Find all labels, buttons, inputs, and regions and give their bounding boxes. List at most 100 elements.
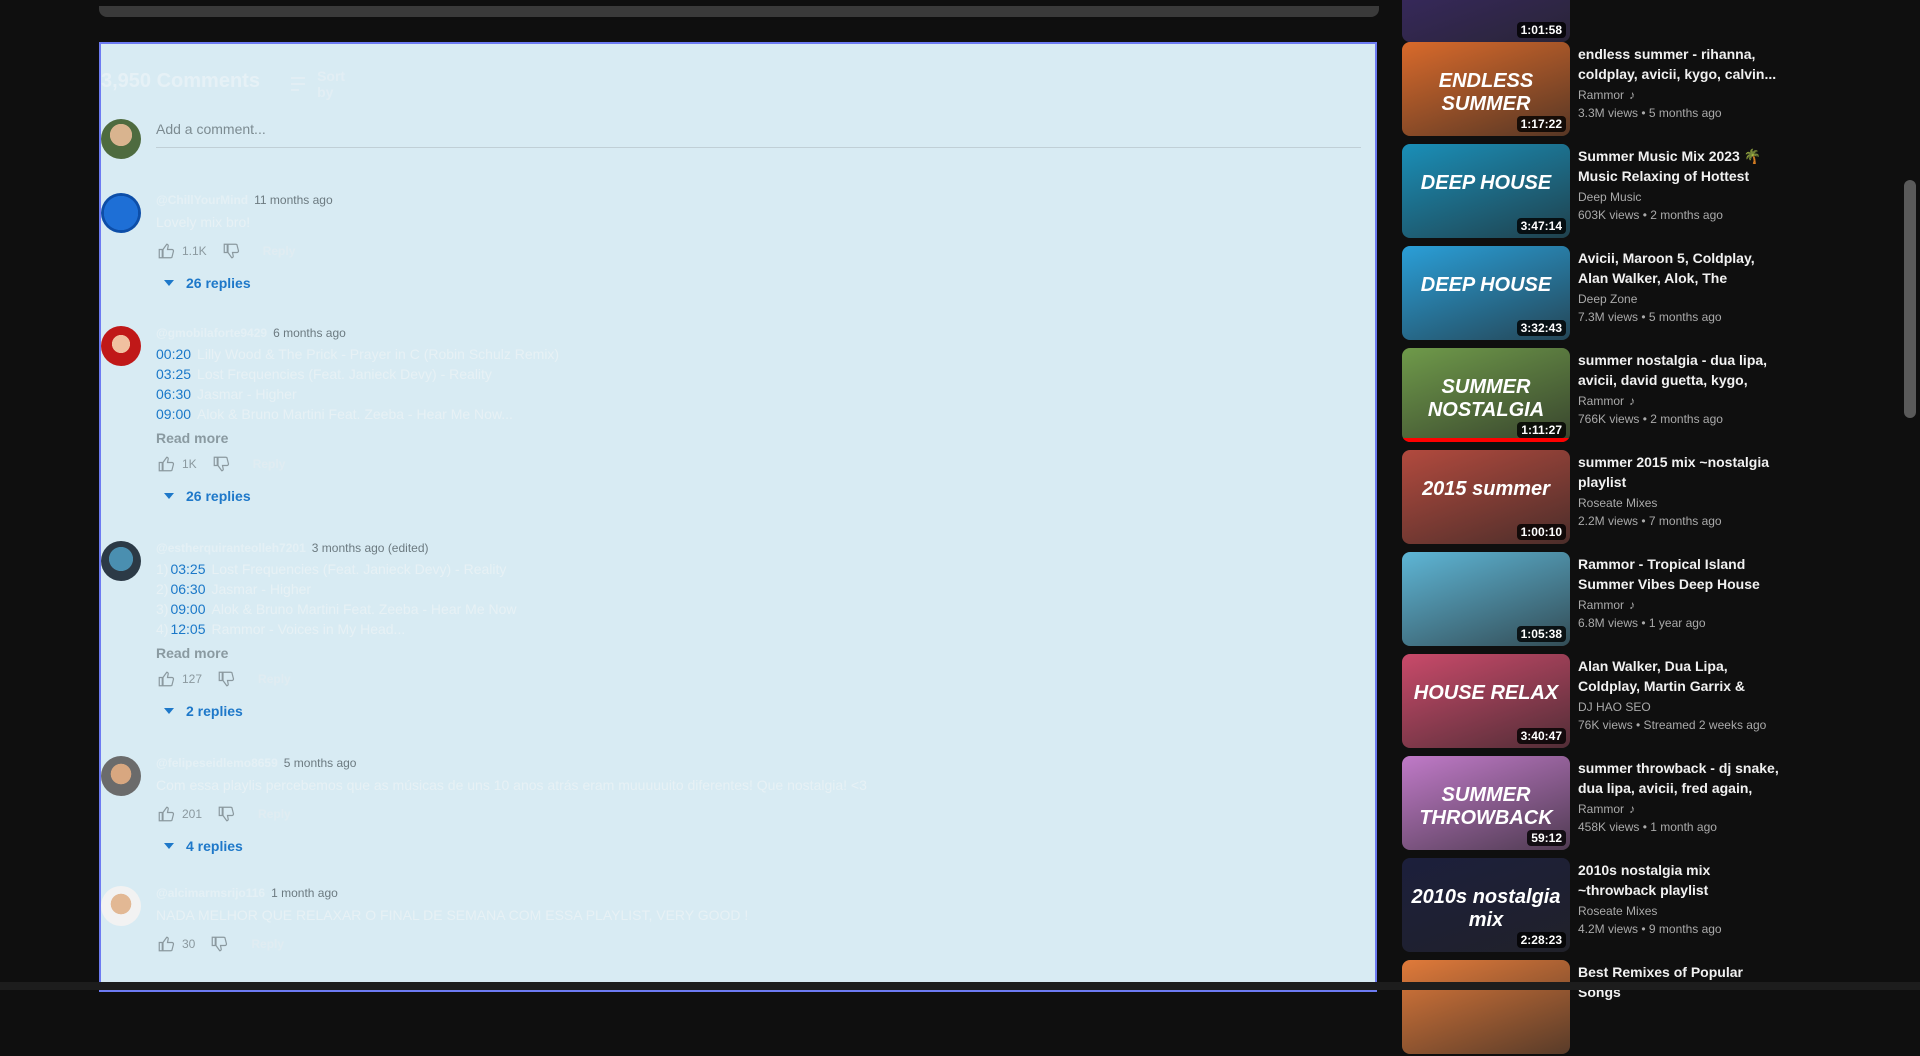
dislike-icon[interactable]	[209, 934, 229, 954]
video-title[interactable]: Avicii, Maroon 5, Coldplay, Alan Walker,…	[1578, 248, 1784, 288]
comment-meta: @ChillYourMind 11 months ago	[156, 193, 333, 207]
timestamp-link[interactable]: 09:00	[170, 601, 205, 617]
channel-name[interactable]: Deep Music	[1578, 190, 1641, 204]
video-title[interactable]: 2010s nostalgia mix ~throwback playlist	[1578, 860, 1784, 900]
related-video-item[interactable]: SUMMER THROWBACK 59:12 summer throwback - …	[1402, 756, 1782, 852]
caret-down-icon	[164, 843, 174, 849]
video-thumbnail[interactable]: 2015 summer 1:00:10	[1402, 450, 1570, 544]
video-thumbnail[interactable]: DEEP HOUSE 3:47:14	[1402, 144, 1570, 238]
timestamp-link[interactable]: 12:05	[170, 621, 205, 637]
channel-name[interactable]: Rammor ♪	[1578, 802, 1635, 816]
view-replies-button[interactable]: 4 replies	[164, 838, 243, 854]
comment-time[interactable]: 5 months ago	[284, 756, 357, 770]
like-icon[interactable]	[156, 669, 176, 689]
reply-button[interactable]: Reply	[258, 672, 291, 686]
commenter-avatar[interactable]	[101, 756, 141, 796]
video-title[interactable]: endless summer - rihanna, coldplay, avic…	[1578, 44, 1784, 84]
like-icon[interactable]	[156, 454, 176, 474]
video-stats: 4.2M views • 9 months ago	[1578, 922, 1722, 936]
video-thumbnail[interactable]: SUMMER THROWBACK 59:12	[1402, 756, 1570, 850]
channel-name[interactable]: Roseate Mixes	[1578, 496, 1657, 510]
comment-time[interactable]: 11 months ago	[254, 193, 333, 207]
video-thumbnail[interactable]: 2010s nostalgia mix 2:28:23	[1402, 858, 1570, 952]
reply-button[interactable]: Reply	[258, 807, 291, 821]
comment-meta: @estherquiranteolleh7201 3 months ago (ed…	[156, 541, 429, 555]
watch-progress-bar	[1402, 438, 1570, 442]
track-title: Lilly Wood & The Prick - Prayer in C (Ro…	[197, 346, 560, 362]
comment-author[interactable]: @estherquiranteolleh7201	[156, 541, 306, 555]
sort-by-button[interactable]: Sort by	[291, 68, 351, 100]
related-video-item[interactable]: 2010s nostalgia mix 2:28:23 2010s nostalgi…	[1402, 858, 1782, 954]
video-title[interactable]: Summer Music Mix 2023 🌴 Music Relaxing o…	[1578, 146, 1784, 186]
dislike-icon[interactable]	[216, 804, 236, 824]
dislike-icon[interactable]	[211, 454, 231, 474]
view-replies-button[interactable]: 26 replies	[164, 275, 251, 291]
video-duration: 3:47:14	[1516, 218, 1566, 234]
like-icon[interactable]	[156, 804, 176, 824]
add-comment-input[interactable]: Add a comment...	[156, 121, 1361, 148]
video-thumbnail[interactable]: SUMMER NOSTALGIA 1:11:27	[1402, 348, 1570, 442]
view-replies-button[interactable]: 26 replies	[164, 488, 251, 504]
video-title[interactable]: summer 2015 mix ~nostalgia playlist	[1578, 452, 1784, 492]
video-title[interactable]: summer nostalgia - dua lipa, avicii, dav…	[1578, 350, 1784, 390]
timestamp-link[interactable]: 06:30	[170, 581, 205, 597]
related-video-item[interactable]: DEEP HOUSE 3:47:14 Summer Music Mix 2023 🌴…	[1402, 144, 1782, 240]
commenter-avatar[interactable]	[101, 193, 141, 233]
comment-author[interactable]: @gmobilaforte9429	[156, 326, 267, 340]
commenter-avatar[interactable]	[101, 541, 141, 581]
timestamp-link[interactable]: 00:20	[156, 346, 191, 362]
video-thumbnail[interactable]: DEEP HOUSE 3:32:43	[1402, 246, 1570, 340]
read-more-button[interactable]: Read more	[156, 645, 228, 661]
timestamp-link[interactable]: 09:00	[156, 406, 191, 422]
dislike-icon[interactable]	[221, 241, 241, 261]
like-icon[interactable]	[156, 934, 176, 954]
video-title[interactable]: Rammor - Tropical Island Summer Vibes De…	[1578, 554, 1784, 594]
video-title[interactable]: summer throwback - dj snake, dua lipa, a…	[1578, 758, 1784, 798]
related-video-item[interactable]: DEEP HOUSE 3:32:43 Avicii, Maroon 5, Coldp…	[1402, 246, 1782, 342]
track-title: Jasmar - Higher	[211, 581, 312, 597]
timestamp-link[interactable]: 03:25	[156, 366, 191, 382]
video-thumbnail[interactable]	[1402, 960, 1570, 1054]
like-count: 30	[182, 937, 196, 951]
channel-name[interactable]: Roseate Mixes	[1578, 904, 1657, 918]
comment-author[interactable]: @ChillYourMind	[156, 193, 248, 207]
reply-button[interactable]: Reply	[253, 457, 286, 471]
related-video-item[interactable]: 2015 summer 1:00:10 summer 2015 mix ~nosta…	[1402, 450, 1782, 546]
video-thumbnail[interactable]: 1:01:58	[1402, 0, 1570, 42]
comment-author[interactable]: @felipeseidlemo8659	[156, 756, 278, 770]
related-video-item[interactable]: 1:05:38 Rammor - Tropical Island Summer V…	[1402, 552, 1782, 648]
like-icon[interactable]	[156, 241, 176, 261]
channel-label: DJ HAO SEO	[1578, 700, 1651, 714]
channel-name[interactable]: Rammor ♪	[1578, 394, 1635, 408]
comment-author[interactable]: @alcimarmsrijo116	[156, 886, 265, 900]
channel-name[interactable]: Deep Zone	[1578, 292, 1637, 306]
related-video-item[interactable]: SUMMER NOSTALGIA 1:11:27 summer nostalgia …	[1402, 348, 1782, 444]
comment-actions: 1.1K Reply	[156, 241, 295, 261]
comment-time[interactable]: 1 month ago	[271, 886, 338, 900]
dislike-icon[interactable]	[216, 669, 236, 689]
timestamp-link[interactable]: 06:30	[156, 386, 191, 402]
video-thumbnail[interactable]: ENDLESS SUMMER 1:17:22	[1402, 42, 1570, 136]
channel-name[interactable]: Rammor ♪	[1578, 88, 1635, 102]
user-avatar[interactable]	[101, 119, 141, 159]
commenter-avatar[interactable]	[101, 326, 141, 366]
channel-name[interactable]: Rammor ♪	[1578, 598, 1635, 612]
comment-time[interactable]: 6 months ago	[273, 326, 346, 340]
channel-name[interactable]: DJ HAO SEO	[1578, 700, 1651, 714]
video-thumbnail[interactable]: 1:05:38	[1402, 552, 1570, 646]
reply-button[interactable]: Reply	[263, 244, 296, 258]
commenter-avatar[interactable]	[101, 886, 141, 926]
related-video-item[interactable]: Best Remixes of Popular Songs	[1402, 960, 1782, 1056]
view-replies-button[interactable]: 2 replies	[164, 703, 243, 719]
related-video-item[interactable]: ENDLESS SUMMER 1:17:22 endless summer - ri…	[1402, 42, 1782, 138]
related-video-item[interactable]: HOUSE RELAX 3:40:47 Alan Walker, Dua Lipa,…	[1402, 654, 1782, 750]
video-thumbnail[interactable]: HOUSE RELAX 3:40:47	[1402, 654, 1570, 748]
timestamp-link[interactable]: 03:25	[170, 561, 205, 577]
comment-time[interactable]: 3 months ago (edited)	[312, 541, 429, 555]
read-more-button[interactable]: Read more	[156, 430, 228, 446]
reply-button[interactable]: Reply	[251, 937, 284, 951]
page-scrollbar[interactable]	[1904, 180, 1916, 418]
related-video-item[interactable]: 1:01:581.9M views • 7 months ago	[1402, 0, 1782, 44]
video-title[interactable]: Alan Walker, Dua Lipa, Coldplay, Martin …	[1578, 656, 1784, 696]
video-duration: 1:17:22	[1516, 116, 1566, 132]
